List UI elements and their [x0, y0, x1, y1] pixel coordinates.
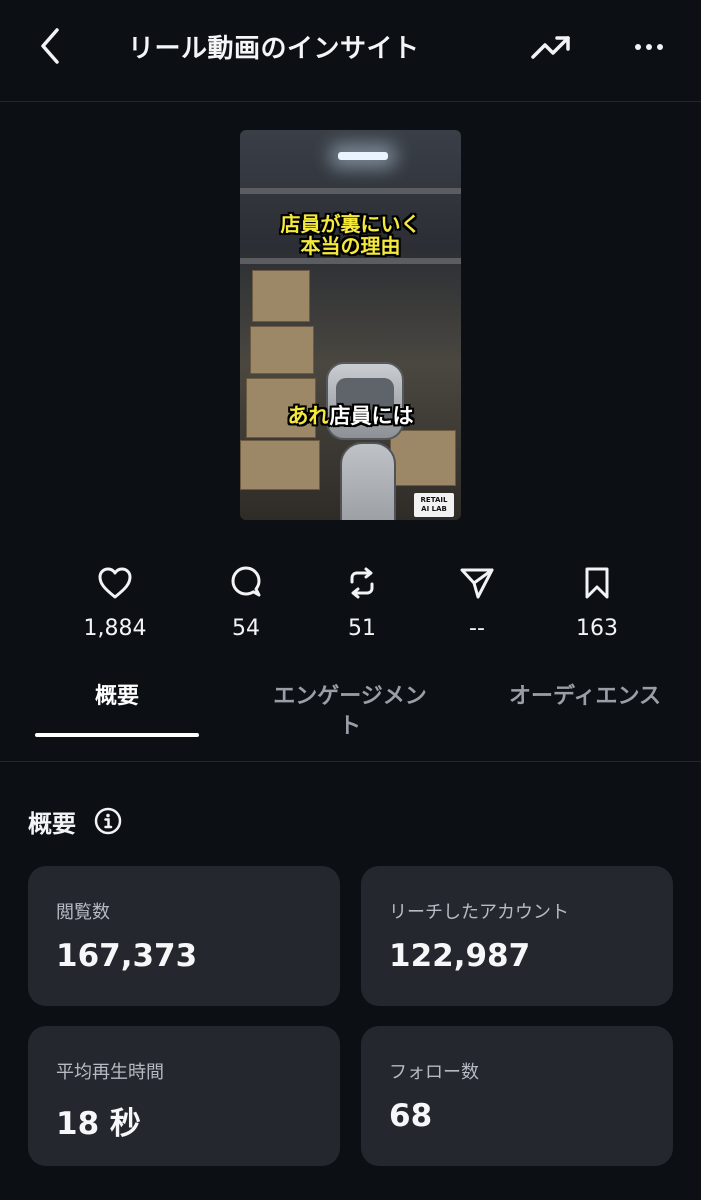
- card-label: 平均再生時間: [56, 1062, 164, 1083]
- engagement-stats: 1,884 54 51 -- 163: [0, 560, 701, 650]
- ceiling-light: [338, 152, 388, 160]
- comment-icon: [231, 566, 261, 597]
- shares-stat[interactable]: --: [417, 560, 537, 650]
- likes-count: 1,884: [83, 616, 147, 641]
- card-label: 閲覧数: [56, 902, 110, 923]
- comments-stat[interactable]: 54: [186, 560, 306, 650]
- robot-head: [326, 362, 404, 440]
- saves-count: 163: [576, 616, 618, 641]
- insight-tabs: 概要 エンゲージメン ト オーディエンス: [0, 676, 701, 762]
- tab-label: 概要: [94, 684, 139, 709]
- comments-count: 54: [232, 616, 260, 641]
- page-title: リール動画のインサイト: [128, 34, 420, 64]
- card-value: 18 秒: [56, 1106, 141, 1142]
- tab-overview[interactable]: 概要: [35, 682, 199, 712]
- thumbnail-caption-line2: 本当の理由: [300, 234, 401, 258]
- heart-icon: [98, 567, 132, 599]
- caption-highlight: あれ: [287, 404, 330, 428]
- tab-audience[interactable]: オーディエンス: [490, 682, 680, 712]
- send-icon: [460, 568, 494, 599]
- caption-rest: 店員には: [329, 404, 414, 428]
- cardboard-box: [390, 430, 456, 486]
- tab-label: オーディエンス: [508, 684, 662, 709]
- info-button[interactable]: [94, 807, 122, 835]
- reel-thumbnail[interactable]: 店員が裏にいく 本当の理由 あれ店員には RETAIL AI LAB: [240, 130, 461, 520]
- thumbnail-caption-line1: 店員が裏にいく: [280, 212, 421, 236]
- logo-text: AI LAB: [421, 505, 447, 513]
- back-button[interactable]: [28, 24, 72, 68]
- tab-label: エンゲージメン: [273, 684, 427, 709]
- trending-up-icon: [531, 36, 570, 59]
- trending-button[interactable]: [528, 26, 574, 68]
- card-label: フォロー数: [389, 1062, 479, 1083]
- more-options-button[interactable]: [626, 26, 672, 68]
- chevron-left-icon: [41, 28, 59, 64]
- avg-watch-time-card: 平均再生時間 18 秒: [28, 1026, 340, 1166]
- tab-engagement[interactable]: エンゲージメン ト: [255, 682, 445, 742]
- shelf: [240, 258, 461, 264]
- robot-body: [340, 442, 396, 520]
- more-horizontal-icon: [635, 44, 663, 50]
- shares-count: --: [469, 616, 485, 641]
- card-value: 167,373: [56, 938, 198, 974]
- likes-stat[interactable]: 1,884: [55, 560, 175, 650]
- tab-label: ト: [338, 714, 361, 739]
- card-value: 122,987: [389, 938, 531, 974]
- reposts-count: 51: [348, 616, 376, 641]
- card-value: 68: [389, 1098, 433, 1134]
- reposts-stat[interactable]: 51: [302, 560, 422, 650]
- section-title: 概要: [28, 810, 76, 838]
- thumbnail-caption-bottom: あれ店員には: [240, 405, 461, 427]
- saves-stat[interactable]: 163: [537, 560, 657, 650]
- cardboard-box: [250, 326, 314, 374]
- reach-card: リーチしたアカウント 122,987: [361, 866, 673, 1006]
- logo-text: RETAIL: [420, 496, 448, 504]
- views-card: 閲覧数 167,373: [28, 866, 340, 1006]
- repost-icon: [350, 567, 374, 599]
- channel-logo: RETAIL AI LAB: [414, 493, 454, 517]
- cardboard-box: [252, 270, 310, 322]
- shelf: [240, 188, 461, 194]
- card-label: リーチしたアカウント: [389, 902, 569, 923]
- info-icon: [94, 807, 122, 835]
- top-bar: リール動画のインサイト: [0, 0, 701, 102]
- follows-card: フォロー数 68: [361, 1026, 673, 1166]
- cardboard-box: [240, 440, 320, 490]
- active-tab-indicator: [35, 733, 199, 737]
- bookmark-icon: [585, 567, 609, 599]
